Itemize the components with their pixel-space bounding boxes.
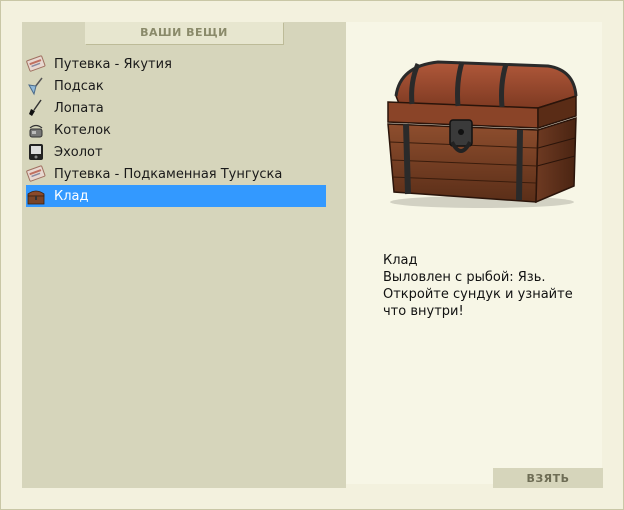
- take-button[interactable]: ВЗЯТЬ: [493, 468, 603, 488]
- inventory-item-label: Котелок: [54, 122, 111, 138]
- item-description-line: что внутри!: [383, 304, 464, 319]
- inventory-title: ВАШИ ВЕЩИ: [85, 22, 283, 44]
- inventory-item-shovel[interactable]: Лопата: [26, 97, 326, 119]
- inventory-item-label: Клад: [54, 188, 89, 204]
- inventory-item-label: Путевка - Якутия: [54, 56, 172, 72]
- inventory-item-voucher-yakutia[interactable]: Путевка - Якутия: [26, 53, 326, 75]
- shovel-icon: [26, 98, 46, 118]
- kettle-icon: [26, 120, 46, 140]
- inventory-item-kettle[interactable]: Котелок: [26, 119, 326, 141]
- landing-net-icon: [26, 76, 46, 96]
- echo-sounder-icon: [26, 142, 46, 162]
- item-name: Клад: [383, 253, 418, 268]
- inventory-item-echo-sounder[interactable]: Эхолот: [26, 141, 326, 163]
- inventory-item-label: Эхолот: [54, 144, 103, 160]
- treasure-chest-image: [387, 60, 578, 208]
- inventory-item-label: Лопата: [54, 100, 104, 116]
- inventory-item-label: Путевка - Подкаменная Тунгуска: [54, 166, 283, 182]
- item-description-line: Откройте сундук и узнайте: [383, 287, 573, 302]
- inventory-item-landing-net[interactable]: Подсак: [26, 75, 326, 97]
- voucher-icon: [26, 164, 46, 184]
- inventory-item-label: Подсак: [54, 78, 104, 94]
- treasure-chest-icon: [26, 186, 46, 206]
- voucher-icon: [26, 54, 46, 74]
- inventory-item-treasure[interactable]: Клад: [26, 185, 326, 207]
- item-description: Клад Выловлен с рыбой: Язь. Откройте сун…: [383, 252, 593, 320]
- item-description-line: Выловлен с рыбой: Язь.: [383, 270, 546, 285]
- inventory-list: Путевка - Якутия Подсак Лопата Котелок Э…: [26, 53, 326, 207]
- inventory-item-voucher-tunguska[interactable]: Путевка - Подкаменная Тунгуска: [26, 163, 326, 185]
